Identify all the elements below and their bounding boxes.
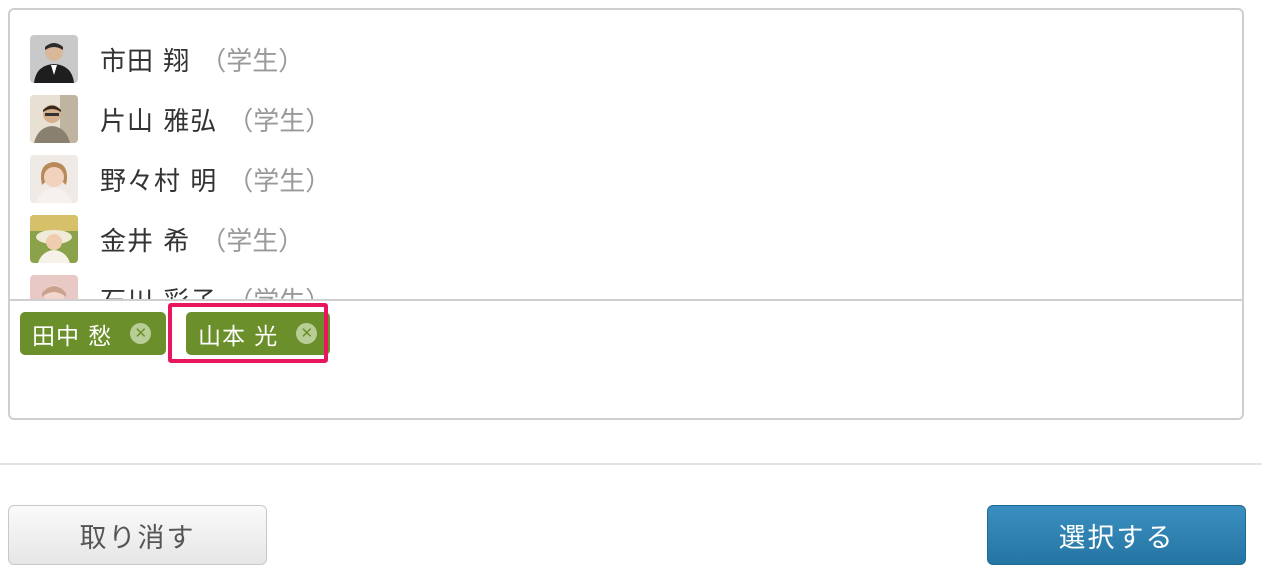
user-role: （学生） [200,46,305,77]
user-role: （学生） [227,281,331,300]
list-item[interactable]: 金井 希 （学生） [30,215,304,263]
avatar [30,275,78,299]
user-list[interactable]: 市田 翔 （学生） 片山 雅弘 （学生） 野々村 明 （学生） 金井 希 （学生… [10,10,1242,301]
user-role: （学生） [227,106,332,137]
user-name: 金井 希 [100,226,191,257]
list-item[interactable]: 石川 彩子 （学生） [30,275,331,300]
tag-label: 田中 愁 [32,323,113,350]
avatar [30,155,78,203]
user-role: （学生） [227,166,332,197]
list-item[interactable]: 市田 翔 （学生） [30,35,304,83]
selected-tag: 田中 愁 ✕ [20,312,166,355]
circle-x-icon[interactable]: ✕ [130,323,152,344]
user-name: 野々村 明 [100,166,218,197]
list-item[interactable]: 片山 雅弘 （学生） [30,95,331,143]
user-name: 片山 雅弘 [100,106,218,137]
user-name: 石川 彩子 [100,281,217,300]
user-name: 市田 翔 [100,46,191,77]
selected-tag: 山本 光 ✕ [186,312,330,355]
member-picker: 市田 翔 （学生） 片山 雅弘 （学生） 野々村 明 （学生） 金井 希 （学生… [8,8,1244,420]
avatar [30,215,78,263]
user-role: （学生） [200,226,305,257]
select-button[interactable]: 選択する [987,505,1246,565]
tag-label: 山本 光 [198,323,279,350]
circle-x-icon[interactable]: ✕ [296,323,318,344]
avatar [30,35,78,83]
cancel-button[interactable]: 取り消す [8,505,267,565]
divider [0,463,1262,465]
avatar [30,95,78,143]
list-item[interactable]: 野々村 明 （学生） [30,155,331,203]
